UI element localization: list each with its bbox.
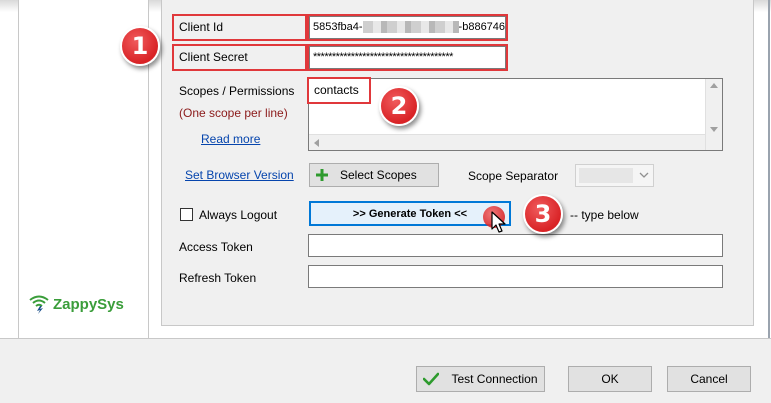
client-id-value-start: 5853fba4- [313,21,363,33]
window-right-border [768,0,770,338]
check-icon [423,372,440,386]
scopes-scrollbar[interactable] [705,79,722,150]
callout-1: 1 [120,26,160,66]
generate-token-button[interactable]: >> Generate Token << [309,201,511,226]
scroll-left-arrow-icon[interactable] [314,139,319,147]
refresh-token-input[interactable] [308,265,723,288]
refresh-token-label: Refresh Token [179,271,257,285]
scroll-up-arrow-icon[interactable] [710,83,718,88]
redacted-segment [362,21,459,34]
zappysys-logo: ZappySys [28,294,124,314]
scopes-hint: (One scope per line) [179,106,288,120]
read-more-link[interactable]: Read more [201,132,260,146]
test-connection-button[interactable]: Test Connection [416,366,545,392]
type-below-text: -- type below [570,208,639,222]
scope-separator-label: Scope Separator [468,169,559,183]
brand-name: ZappySys [53,295,124,313]
test-connection-label: Test Connection [451,372,538,386]
callout-3: 3 [523,194,563,234]
zappysys-logo-icon [29,295,49,314]
scopes-value: contacts [314,83,359,97]
access-token-input[interactable] [308,234,723,257]
plus-icon [316,169,328,181]
scopes-label: Scopes / Permissions [179,84,295,98]
scope-separator-value [579,168,633,183]
client-secret-input[interactable]: ************************************* [309,46,506,69]
cursor-icon [491,211,506,233]
client-id-input[interactable]: 5853fba4- -b88674685 [309,16,506,39]
select-scopes-button[interactable]: Select Scopes [309,163,439,187]
client-id-label: Client Id [179,20,224,34]
always-logout-checkbox[interactable] [180,208,193,221]
set-browser-version-link[interactable]: Set Browser Version [185,168,294,182]
scopes-horizontal-scrollbar[interactable] [309,134,705,150]
scroll-down-arrow-icon[interactable] [710,127,718,132]
scope-separator-select[interactable] [575,164,654,187]
chevron-down-icon [639,172,649,178]
dialog-footer [0,338,771,403]
ok-button[interactable]: OK [568,366,652,392]
client-id-value-end: -b88674685 [458,21,506,33]
cancel-button[interactable]: Cancel [667,366,751,392]
select-scopes-label: Select Scopes [340,168,417,182]
client-secret-label: Client Secret [179,50,248,64]
callout-2: 2 [379,86,419,126]
access-token-label: Access Token [179,240,253,254]
always-logout-label: Always Logout [199,208,278,222]
